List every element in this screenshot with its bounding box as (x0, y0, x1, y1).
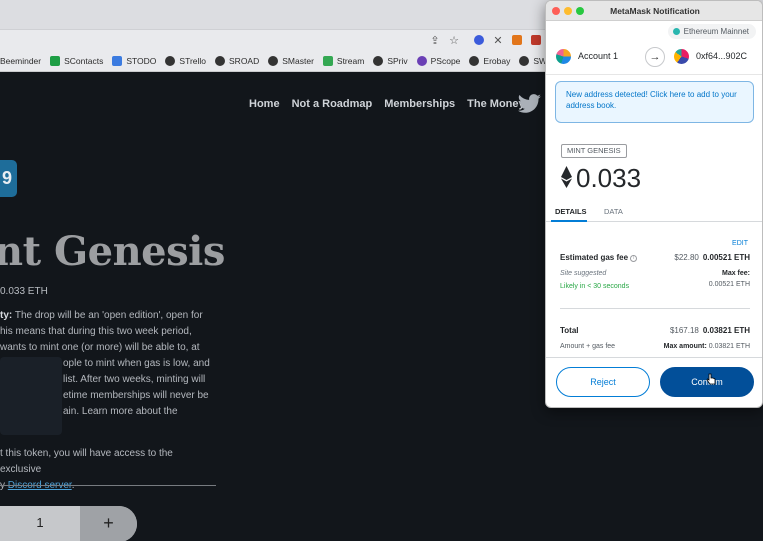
detail-tabs: DETAILS DATA (546, 204, 762, 222)
metamask-fox-icon[interactable] (511, 35, 523, 47)
collection-badge: 9 (0, 160, 17, 197)
bookmark-label: SContacts (64, 56, 104, 66)
quantity-value[interactable]: 1 (0, 506, 80, 541)
nav-home[interactable]: Home (249, 98, 280, 110)
description-line: wants to mint one (or more) will be able… (0, 342, 200, 353)
network-name: Ethereum Mainnet (683, 27, 749, 36)
drive-icon (322, 56, 333, 66)
network-status-dot (672, 28, 680, 35)
divider (0, 485, 216, 486)
page-title: nt Genesis (0, 228, 225, 275)
bookmark-label: PScope (430, 56, 461, 66)
network-row: Ethereum Mainnet (546, 21, 762, 41)
window-titlebar: MetaMask Notification (546, 1, 762, 21)
recipient-avatar (674, 49, 689, 64)
bookmark-label: Erobay (483, 56, 511, 66)
method-tag: MINT GENESIS (561, 144, 627, 158)
bookmark-item[interactable]: SMaster (268, 56, 314, 66)
bookmark-item[interactable]: STODO (112, 56, 156, 66)
account-avatar (556, 49, 571, 64)
likely-time-label: Likely in < 30 seconds (560, 283, 630, 290)
transaction-amount: 0.033 (576, 163, 642, 193)
nav-money[interactable]: The Money (467, 98, 524, 110)
bookmark-label: Beeminder (0, 56, 42, 66)
twitter-icon[interactable] (518, 94, 542, 114)
quantity-stepper: 1 + (0, 506, 137, 541)
contacts-icon (50, 56, 61, 66)
scope-icon (416, 56, 427, 66)
description-heading: ty: (0, 310, 13, 321)
access-text: t this token, you will have access to th… (0, 446, 216, 494)
bookmark-item[interactable]: SContacts (50, 56, 103, 66)
gas-fee-value: $22.80 0.00521 ETH (674, 253, 750, 262)
extension-icon[interactable] (473, 35, 485, 47)
tab-data[interactable]: DATA (604, 207, 623, 216)
bookmark-item[interactable]: SW (519, 56, 547, 66)
site-nav: Home Not a Roadmap Memberships The Money (249, 98, 537, 110)
bookmark-item[interactable]: SROAD (215, 56, 259, 66)
globe-icon (373, 56, 384, 66)
bookmark-label: STrello (179, 56, 207, 66)
globe-icon (215, 56, 226, 66)
new-address-notice[interactable]: New address detected! Click here to add … (555, 81, 754, 123)
amount-plus-gas-label: Amount + gas fee (560, 343, 616, 350)
network-selector[interactable]: Ethereum Mainnet (667, 24, 756, 39)
overlay-card (0, 357, 62, 435)
bookmark-item[interactable]: SPriv (373, 56, 408, 66)
globe-icon (268, 56, 279, 66)
max-amount: Max amount: 0.03821 ETH (663, 343, 750, 350)
bookmark-item[interactable]: STrello (165, 56, 206, 66)
max-fee-value: 0.00521 ETH (708, 281, 750, 288)
address-bar[interactable] (0, 31, 545, 51)
recipient-address[interactable]: 0xf64...902C (696, 51, 747, 61)
globe-icon (519, 56, 530, 66)
hand-cursor-icon (706, 373, 716, 385)
window-title: MetaMask Notification (610, 6, 700, 16)
description-line: The drop will be an 'open edition', open… (14, 310, 203, 321)
info-icon[interactable]: i (630, 255, 638, 262)
bookmark-label: SMaster (282, 56, 314, 66)
bookmark-label: SPriv (387, 56, 408, 66)
bookmark-item[interactable]: PScope (416, 56, 461, 66)
account-name[interactable]: Account 1 (578, 51, 618, 61)
nav-roadmap[interactable]: Not a Roadmap (292, 98, 373, 110)
site-suggested-label: Site suggested (560, 270, 607, 277)
metamask-notification-window: MetaMask Notification Ethereum Mainnet A… (545, 0, 763, 408)
max-fee-label: Max fee: (721, 270, 750, 277)
bookmark-item[interactable]: Erobay (469, 56, 510, 66)
total-label: Total (560, 326, 579, 335)
docs-icon (112, 56, 123, 66)
nav-memberships[interactable]: Memberships (384, 98, 455, 110)
footer-divider (546, 357, 762, 358)
globe-icon (165, 56, 176, 66)
globe-icon (469, 56, 480, 66)
separator (560, 308, 750, 309)
total-value: $167.18 0.03821 ETH (669, 326, 750, 335)
bookmark-label: SROAD (229, 56, 260, 66)
tab-details[interactable]: DETAILS (551, 207, 587, 222)
bookmark-label: STODO (126, 56, 157, 66)
bookmark-star-icon[interactable]: ☆ (448, 35, 460, 47)
bookmark-item[interactable]: Stream (322, 56, 365, 66)
reject-button[interactable]: Reject (556, 367, 650, 397)
access-line: t this token, you will have access to th… (0, 448, 173, 475)
share-icon[interactable]: ⇪ (429, 35, 441, 47)
gas-fee-label: Estimated gas fee i (560, 253, 638, 262)
bookmark-item[interactable]: Beeminder (0, 56, 41, 66)
ethereum-icon (561, 166, 572, 188)
increment-button[interactable]: + (80, 506, 137, 541)
extension-icon[interactable]: ✕ (492, 35, 504, 47)
extension-icon[interactable] (530, 35, 542, 47)
account-row: Account 1 → 0xf64...902C (546, 41, 762, 75)
bookmark-label: Stream (336, 56, 365, 66)
description-line: his means that during this two week peri… (0, 326, 192, 337)
price-label: 0.033 ETH (0, 286, 48, 297)
arrow-right-icon: → (645, 47, 665, 67)
edit-gas-link[interactable]: EDIT (732, 240, 748, 247)
